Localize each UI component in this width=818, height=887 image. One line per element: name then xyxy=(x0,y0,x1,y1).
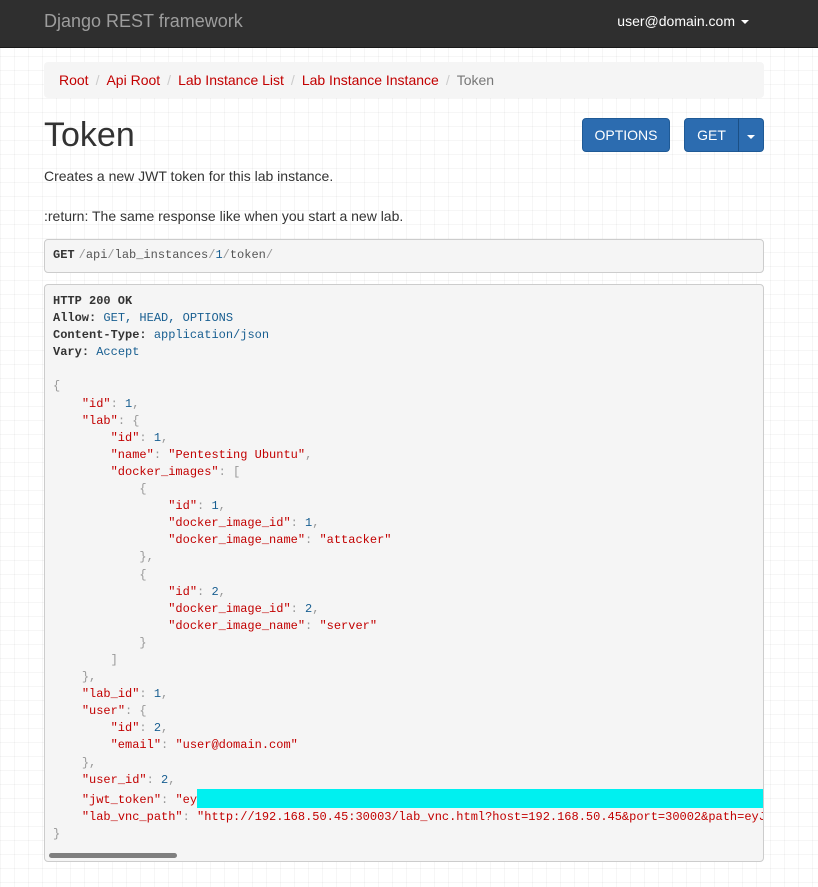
json-value: ey xyxy=(182,792,198,807)
redaction-block xyxy=(197,788,763,808)
json-value: attacker xyxy=(326,533,385,548)
user-menu-dropdown[interactable]: user@domain.com xyxy=(617,13,749,29)
json-value: http://192.168.50.45:30003/lab_vnc.html?… xyxy=(204,809,764,824)
request-path-segment: lab_instances xyxy=(114,248,209,262)
get-format-dropdown-toggle[interactable] xyxy=(738,118,764,152)
options-button[interactable]: OPTIONS xyxy=(582,118,670,152)
user-menu-label: user@domain.com xyxy=(617,13,735,29)
json-value: server xyxy=(326,618,370,633)
scrollbar-thumb[interactable] xyxy=(49,853,177,858)
header-value: application/json xyxy=(153,328,270,343)
header-value: Accept xyxy=(96,345,140,360)
breadcrumb-lab-instance-list[interactable]: Lab Instance List xyxy=(178,72,284,88)
breadcrumb-api-root[interactable]: Api Root xyxy=(106,72,160,88)
navbar: Django REST framework user@domain.com xyxy=(0,0,818,48)
brand-link[interactable]: Django REST framework xyxy=(44,11,243,32)
response-status: HTTP 200 OK xyxy=(53,294,133,308)
breadcrumb-separator: / xyxy=(95,72,100,88)
breadcrumb-separator: / xyxy=(290,72,295,88)
request-path-segment: api xyxy=(85,248,108,262)
json-value: 2 xyxy=(153,721,162,736)
header-key: Allow xyxy=(53,311,90,326)
json-value: 1 xyxy=(211,499,219,514)
description-return: :return: The same response like when you… xyxy=(44,208,404,224)
request-info: GET/api/lab_instances/1/token/ xyxy=(44,239,764,273)
request-method: GET xyxy=(53,248,75,262)
header-value: GET, HEAD, OPTIONS xyxy=(103,311,234,326)
json-value: user@domain.com xyxy=(182,738,291,753)
json-value: Pentesting Ubuntu xyxy=(175,447,298,462)
response-info: HTTP 200 OK Allow: GET, HEAD, OPTIONS Co… xyxy=(44,284,764,862)
json-value: 1 xyxy=(153,687,162,702)
get-button[interactable]: GET xyxy=(684,118,739,152)
breadcrumb-separator: / xyxy=(445,72,450,88)
json-value: 2 xyxy=(211,584,219,599)
page-title: Token xyxy=(44,116,135,154)
caret-down-icon xyxy=(747,135,755,139)
request-path-segment: 1 xyxy=(215,248,223,262)
response-content: HTTP 200 OK Allow: GET, HEAD, OPTIONS Co… xyxy=(53,294,764,841)
breadcrumb-lab-instance-instance[interactable]: Lab Instance Instance xyxy=(302,72,439,88)
json-value: 1 xyxy=(153,430,162,445)
header-key: Content-Type xyxy=(53,328,140,343)
description-line: Creates a new JWT token for this lab ins… xyxy=(44,168,334,184)
breadcrumb-current: Token xyxy=(456,72,495,88)
breadcrumb: Root / Api Root / Lab Instance List / Lab Inst… xyxy=(44,62,764,98)
horizontal-scrollbar[interactable] xyxy=(45,851,763,861)
header-key: Vary xyxy=(53,345,82,360)
breadcrumb-separator: / xyxy=(167,72,172,88)
breadcrumb-root[interactable]: Root xyxy=(59,72,89,88)
caret-down-icon xyxy=(741,20,749,25)
request-path-segment: token xyxy=(229,248,266,262)
